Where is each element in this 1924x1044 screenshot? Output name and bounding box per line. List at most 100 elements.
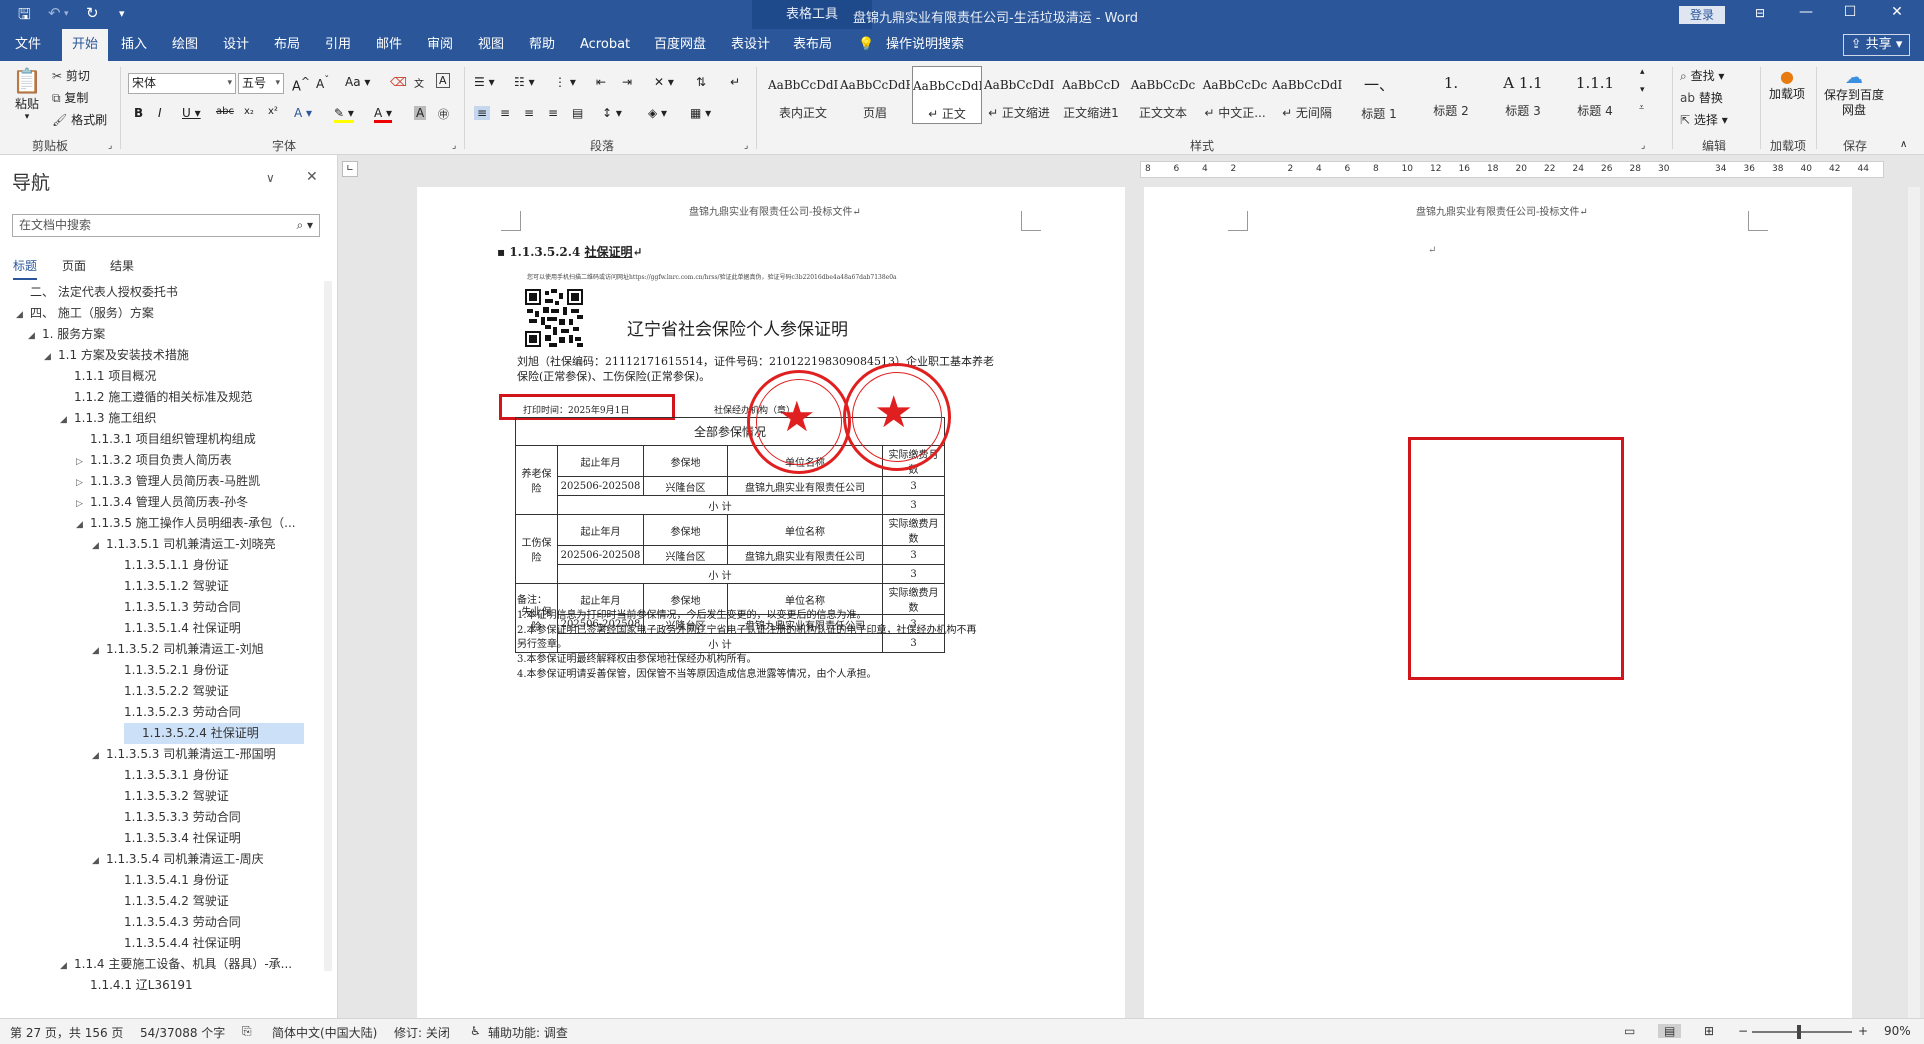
sort-icon[interactable]: ⇅ <box>696 75 706 89</box>
nav-heading-item[interactable]: 1.1.3.5.1.1 身份证 <box>0 555 229 576</box>
nav-heading-item[interactable]: 1.1.3.5.1.2 驾驶证 <box>0 576 229 597</box>
language[interactable]: 简体中文(中国大陆) <box>272 1024 377 1041</box>
page-count[interactable]: 第 27 页，共 156 页 <box>10 1024 123 1041</box>
nav-heading-item[interactable]: 1.1.3.5.1.4 社保证明 <box>0 618 241 639</box>
shrink-font-icon[interactable]: Aˇ <box>316 75 329 91</box>
read-mode-icon[interactable]: ▭ <box>1624 1024 1635 1038</box>
bold-icon[interactable]: B <box>134 106 143 120</box>
nav-heading-item[interactable]: 1.1.3.5.2.3 劳动合同 <box>0 702 241 723</box>
dialog-launcher-icon[interactable]: ⌟ <box>452 141 456 151</box>
nav-heading-item[interactable]: ▷ 1.1.3.4 管理人员简历表-孙冬 <box>0 492 248 513</box>
undo-dropdown-icon[interactable]: ▾ <box>64 9 69 19</box>
cut-button[interactable]: ✂ 剪切 <box>52 67 90 84</box>
justify-icon[interactable]: ≡ <box>548 106 558 120</box>
nav-heading-item[interactable]: 1.1.3.5.1.3 劳动合同 <box>0 597 241 618</box>
collapse-icon[interactable]: ◢ <box>16 305 30 326</box>
char-border-icon[interactable]: A <box>436 73 450 88</box>
style-item[interactable]: AaBbCcDdI ↵ 正文 <box>912 66 982 124</box>
tab-draw[interactable]: 绘图 <box>172 29 198 61</box>
style-item[interactable]: 1. 标题 2 <box>1416 66 1486 124</box>
collapse-icon[interactable]: ◢ <box>60 956 74 977</box>
subscript-icon[interactable]: x₂ <box>244 106 254 117</box>
zoom-slider[interactable] <box>1752 1025 1852 1039</box>
underline-icon[interactable]: U ▾ <box>182 106 201 120</box>
collapse-icon[interactable]: ◢ <box>28 326 42 347</box>
nav-heading-item[interactable]: 1.1.3.5.4.3 劳动合同 <box>0 912 241 933</box>
tab-help[interactable]: 帮助 <box>529 29 555 61</box>
asian-layout-icon[interactable]: ✕ ▾ <box>654 75 674 89</box>
select-button[interactable]: ⇱ 选择 ▾ <box>1680 111 1728 128</box>
word-count[interactable]: 54/37088 个字 <box>140 1024 225 1041</box>
tell-me-search[interactable]: 操作说明搜索 <box>886 29 964 61</box>
nav-heading-item[interactable]: ◢ 1.1.3.5.2 司机兼清运工-刘旭 <box>0 639 264 660</box>
nav-heading-item[interactable]: 1.1.1 项目概况 <box>0 366 156 387</box>
tab-references[interactable]: 引用 <box>325 29 351 61</box>
zoom-slider-thumb[interactable] <box>1797 1025 1801 1039</box>
align-center-icon[interactable]: ≡ <box>500 106 510 120</box>
bullets-icon[interactable]: ☰ ▾ <box>474 75 495 89</box>
nav-heading-item[interactable]: ▷ 1.1.3.3 管理人员简历表-马胜凯 <box>0 471 260 492</box>
nav-heading-item[interactable]: ◢ 1.1 方案及安装技术措施 <box>0 345 189 366</box>
nav-heading-item[interactable]: 1.1.3.5.4.2 驾驶证 <box>0 891 229 912</box>
style-item[interactable]: AaBbCcDc ↵ 中文正... <box>1200 66 1270 124</box>
tab-review[interactable]: 审阅 <box>427 29 453 61</box>
page-2[interactable]: 盘锦九鼎实业有限责任公司-投标文件↵ ↵ <box>1144 187 1852 1018</box>
nav-heading-item[interactable]: 1.1.3.5.2.4 社保证明 <box>124 723 304 744</box>
nav-heading-item[interactable]: ◢ 1.1.3.5.3 司机兼清运工-邢国明 <box>0 744 276 765</box>
page-1[interactable]: 盘锦九鼎实业有限责任公司-投标文件↵ ▪ 1.1.3.5.2.4 社保证明↵ 您… <box>417 187 1125 1018</box>
zoom-out-button[interactable]: − <box>1738 1024 1748 1038</box>
text-effects-icon[interactable]: A ▾ <box>294 106 312 120</box>
nav-heading-item[interactable]: ◢ 1.1.4 主要施工设备、机具（器具）-承... <box>0 954 292 975</box>
multilevel-list-icon[interactable]: ⋮ ▾ <box>554 75 576 89</box>
clear-format-icon[interactable]: ⌫ <box>390 75 407 89</box>
font-color-icon[interactable]: A ▾ <box>374 106 393 123</box>
collapse-icon[interactable]: ◢ <box>92 536 106 557</box>
close-button[interactable]: ✕ <box>1874 4 1920 20</box>
nav-heading-item[interactable]: 1.1.3.5.4.1 身份证 <box>0 870 229 891</box>
nav-heading-item[interactable]: ◢ 1.1.3.5 施工操作人员明细表-承包（... <box>0 513 296 534</box>
style-item[interactable]: AaBbCcDdEe 页眉 <box>840 66 910 124</box>
collapse-icon[interactable]: ◢ <box>92 851 106 872</box>
strikethrough-icon[interactable]: abc <box>216 106 234 117</box>
nav-heading-item[interactable]: 1.1.2 施工遵循的相关标准及规范 <box>0 387 252 408</box>
addins-button[interactable]: ● 加载项 <box>1768 67 1806 102</box>
tab-table-layout[interactable]: 表布局 <box>793 29 832 61</box>
print-layout-icon[interactable]: ▤ <box>1658 1024 1682 1038</box>
decrease-indent-icon[interactable]: ⇤ <box>596 75 606 89</box>
tab-insert[interactable]: 插入 <box>121 29 147 61</box>
gallery-more-icon[interactable]: ⩡ <box>1639 103 1644 113</box>
font-size-combo[interactable]: 五号 ▾ <box>238 73 284 94</box>
shading-icon[interactable]: ◈ ▾ <box>648 106 667 120</box>
close-icon[interactable]: ✕ <box>306 169 318 185</box>
nav-heading-item[interactable]: ◢ 1. 服务方案 <box>0 324 105 345</box>
highlight-icon[interactable]: ✎ ▾ <box>334 106 354 123</box>
collapse-icon[interactable]: ◢ <box>92 641 106 662</box>
nav-heading-item[interactable]: ◢ 1.1.3.5.1 司机兼清运工-刘晓亮 <box>0 534 276 555</box>
style-item[interactable]: AaBbCcDdI 表内正文 <box>768 66 838 124</box>
nav-search-input[interactable]: 在文档中搜索 ⌕ ▾ <box>12 214 320 237</box>
style-item[interactable]: 一、 标题 1 <box>1344 66 1414 124</box>
nav-heading-item[interactable]: 1.1.3.5.3.1 身份证 <box>0 765 229 786</box>
dialog-launcher-icon[interactable]: ⌟ <box>1641 141 1645 151</box>
collapse-icon[interactable]: ◢ <box>92 746 106 767</box>
proofing-icon[interactable]: ⎘ <box>242 1024 252 1039</box>
nav-tab-pages[interactable]: 页面 <box>62 257 86 274</box>
gallery-down-icon[interactable]: ▾ <box>1640 85 1645 95</box>
nav-heading-item[interactable]: 1.1.3.5.4.4 社保证明 <box>0 933 241 954</box>
nav-heading-item[interactable]: ◢ 1.1.3 施工组织 <box>0 408 156 429</box>
replace-button[interactable]: ab 替换 <box>1680 89 1723 106</box>
customize-quick-access-icon[interactable]: ▾ <box>119 7 125 20</box>
save-to-baidu-button[interactable]: ☁ 保存到百度网盘 <box>1824 67 1884 118</box>
font-name-combo[interactable]: 宋体 ▾ <box>128 73 236 94</box>
tab-home[interactable]: 开始 <box>62 29 108 61</box>
tab-layout[interactable]: 布局 <box>274 29 300 61</box>
change-case-icon[interactable]: Aa ▾ <box>345 75 370 89</box>
expand-icon[interactable]: ▷ <box>76 473 90 494</box>
superscript-icon[interactable]: x² <box>268 106 278 117</box>
vertical-scrollbar[interactable] <box>1908 187 1920 1018</box>
line-spacing-icon[interactable]: ↕ ▾ <box>602 106 622 120</box>
borders-icon[interactable]: ▦ ▾ <box>690 106 711 120</box>
style-item[interactable]: AaBbCcDdI ↵ 无间隔 <box>1272 66 1342 124</box>
nav-tab-results[interactable]: 结果 <box>110 257 134 274</box>
login-button[interactable]: 登录 <box>1679 6 1725 24</box>
